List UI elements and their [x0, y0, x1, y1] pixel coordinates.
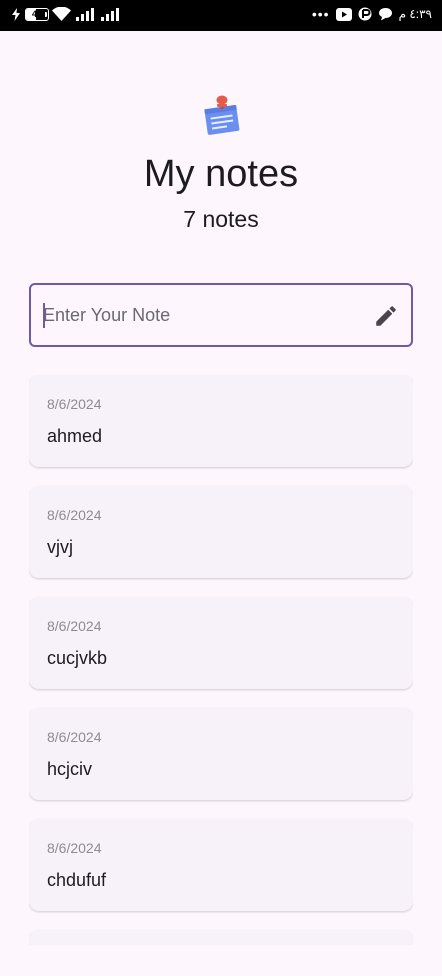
note-text: hcjciv [47, 759, 93, 779]
note-card[interactable]: 8/6/2024 ahmed [29, 375, 413, 467]
notes-count: 7 notes [183, 206, 259, 232]
note-input-container[interactable] [29, 283, 413, 347]
youtube-icon [335, 7, 352, 21]
note-date: 8/6/2024 [47, 618, 102, 634]
note-date: 8/6/2024 [47, 840, 102, 856]
wifi-icon [52, 7, 71, 21]
battery-icon: 44 [25, 7, 49, 21]
page-title: My notes [143, 153, 299, 195]
note-date: 8/6/2024 [47, 729, 102, 745]
note-text: chdufuf [47, 870, 107, 890]
charging-icon [12, 7, 20, 21]
note-text: vjvj [47, 537, 73, 557]
note-card[interactable]: 8/6/2024 chdufuf [29, 819, 413, 911]
note-text: ahmed [47, 426, 103, 446]
battery-level: 44 [31, 9, 42, 19]
note-icon [204, 95, 240, 135]
note-card[interactable]: 8/6/2024 vjvj [29, 486, 413, 578]
app-icon [358, 7, 372, 21]
note-date: 8/6/2024 [47, 396, 102, 412]
signal-icon [76, 7, 94, 21]
signal-icon [101, 7, 119, 21]
status-bar-right: ••• ٤:٣٩ م [312, 7, 432, 21]
status-bar-left: 44 [12, 7, 121, 21]
chat-icon [378, 8, 392, 21]
status-bar: 44 ••• ٤:٣٩ م [0, 0, 442, 31]
note-text: cucjvkb [47, 648, 108, 668]
note-date: 8/6/2024 [47, 507, 102, 523]
note-card[interactable] [29, 930, 413, 945]
note-input[interactable] [43, 285, 363, 345]
note-card[interactable]: 8/6/2024 hcjciv [29, 708, 413, 800]
text-cursor [43, 303, 45, 328]
edit-icon[interactable] [373, 303, 399, 329]
note-card[interactable]: 8/6/2024 cucjvkb [29, 597, 413, 689]
status-time: ٤:٣٩ م [398, 7, 432, 21]
more-notifications-indicator: ••• [311, 6, 330, 22]
notes-list[interactable]: 8/6/2024 ahmed 8/6/2024 vjvj 8/6/2024 cu… [29, 375, 413, 945]
